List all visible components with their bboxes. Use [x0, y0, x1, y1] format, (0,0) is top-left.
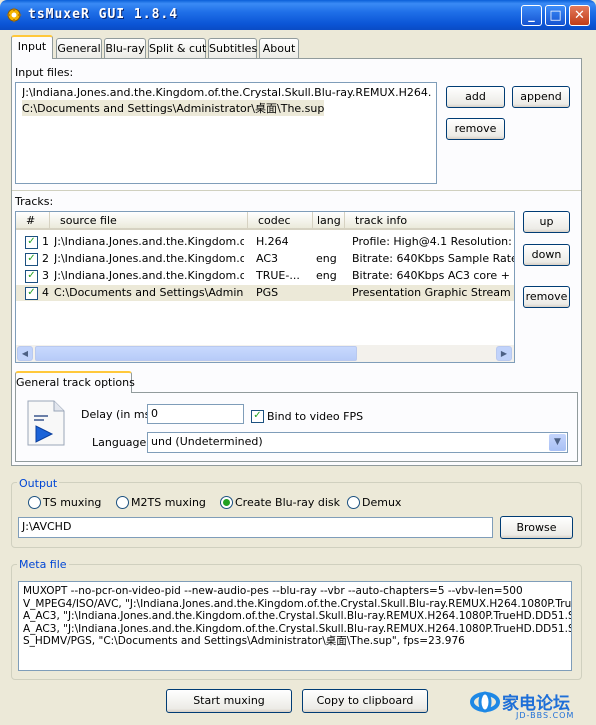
- track-checkbox[interactable]: ✓: [25, 270, 38, 283]
- m2ts-muxing-label: M2TS muxing: [131, 496, 206, 509]
- table-row[interactable]: ✓ 4 C:\Documents and Settings\Administr.…: [16, 285, 514, 301]
- meta-file-textarea[interactable]: MUXOPT --no-pcr-on-video-pid --new-audio…: [18, 581, 572, 671]
- tab-split-cut[interactable]: Split & cut: [148, 38, 206, 58]
- maximize-button[interactable]: □: [545, 5, 566, 26]
- language-select[interactable]: und (Undetermined) ▼: [147, 432, 568, 453]
- bind-fps-checkbox[interactable]: ✓: [251, 410, 264, 423]
- demux-label: Demux: [362, 496, 402, 509]
- horizontal-scrollbar[interactable]: ◀ ▶: [16, 345, 514, 362]
- remove-file-button[interactable]: remove: [446, 118, 505, 140]
- track-source: J:\Indiana.Jones.and.the.Kingdom.of....: [54, 269, 244, 282]
- table-row[interactable]: ✓ 1 J:\Indiana.Jones.and.the.Kingdom.of.…: [16, 234, 514, 250]
- meta-line: A_AC3, "J:\Indiana.Jones.and.the.Kingdom…: [23, 622, 572, 635]
- tab-blu-ray[interactable]: Blu-ray: [104, 38, 146, 58]
- track-info: Profile: High@4.1 Resolution: 1920: [352, 235, 514, 248]
- meta-line: MUXOPT --no-pcr-on-video-pid --new-audio…: [23, 585, 523, 597]
- tracks-label: Tracks:: [15, 195, 54, 208]
- track-lang: eng: [316, 269, 337, 282]
- close-button[interactable]: ✕: [569, 5, 590, 26]
- bind-fps-label: Bind to video FPS: [267, 410, 364, 423]
- output-group: [11, 482, 582, 548]
- meta-file-group-title: Meta file: [17, 558, 69, 571]
- track-codec: TRUE-...: [256, 269, 300, 282]
- track-info: Bitrate: 640Kbps Sample Rate: 48KH: [352, 252, 514, 265]
- app-icon: [5, 6, 23, 24]
- track-checkbox[interactable]: ✓: [25, 287, 38, 300]
- col-track-info[interactable]: track info: [345, 212, 514, 230]
- track-info: Bitrate: 640Kbps AC3 core + HD da: [352, 269, 514, 282]
- track-num: 3: [42, 269, 49, 282]
- watermark-logo-icon: [470, 688, 500, 716]
- blu-ray-disk-radio[interactable]: [220, 496, 233, 509]
- track-codec: PGS: [256, 286, 279, 299]
- track-source: J:\Indiana.Jones.and.the.Kingdom.of....: [54, 235, 244, 248]
- meta-line: A_AC3, "J:\Indiana.Jones.and.the.Kingdom…: [23, 610, 572, 622]
- col-codec[interactable]: codec: [248, 212, 313, 230]
- m2ts-muxing-radio[interactable]: [116, 496, 129, 509]
- track-info: Presentation Graphic Stream Resolu: [352, 286, 514, 299]
- meta-line: V_MPEG4/ISO/AVC, "J:\Indiana.Jones.and.t…: [23, 597, 572, 610]
- language-value: und (Undetermined): [151, 435, 263, 448]
- remove-track-button[interactable]: remove: [523, 286, 570, 308]
- add-button[interactable]: add: [446, 86, 505, 108]
- scroll-right-button[interactable]: ▶: [496, 346, 512, 361]
- track-num: 2: [42, 252, 49, 265]
- input-files-label: Input files:: [15, 66, 74, 79]
- move-up-button[interactable]: up: [523, 211, 570, 233]
- track-source: J:\Indiana.Jones.and.the.Kingdom.of....: [54, 252, 244, 265]
- col-num[interactable]: #: [16, 212, 50, 230]
- table-row[interactable]: ✓ 3 J:\Indiana.Jones.and.the.Kingdom.of.…: [16, 268, 514, 284]
- scroll-thumb[interactable]: [35, 346, 357, 361]
- tracks-header: # source file codec lang track info: [16, 212, 514, 230]
- append-button[interactable]: append: [512, 86, 570, 108]
- tab-about[interactable]: About: [259, 38, 299, 58]
- output-group-title: Output: [17, 477, 60, 490]
- browse-button[interactable]: Browse: [500, 516, 573, 539]
- track-checkbox[interactable]: ✓: [25, 236, 38, 249]
- start-muxing-button[interactable]: Start muxing: [166, 689, 292, 713]
- input-files-list[interactable]: J:\Indiana.Jones.and.the.Kingdom.of.the.…: [15, 82, 437, 184]
- chevron-down-icon[interactable]: ▼: [549, 434, 566, 451]
- track-num: 4: [42, 286, 49, 299]
- meta-line: S_HDMV/PGS, "C:\Documents and Settings\A…: [23, 635, 465, 647]
- table-row[interactable]: ✓ 2 J:\Indiana.Jones.and.the.Kingdom.of.…: [16, 251, 514, 267]
- divider: [12, 190, 581, 191]
- demux-radio[interactable]: [347, 496, 360, 509]
- video-file-icon: [26, 400, 66, 446]
- tracks-table[interactable]: # source file codec lang track info ✓ 1 …: [15, 211, 515, 363]
- list-item[interactable]: C:\Documents and Settings\Administrator\…: [22, 100, 325, 116]
- track-codec: AC3: [256, 252, 279, 265]
- minimize-button[interactable]: _: [521, 5, 542, 26]
- tab-general-track-options[interactable]: General track options: [15, 371, 135, 393]
- track-lang: eng: [316, 252, 337, 265]
- delay-input[interactable]: 0: [147, 404, 244, 424]
- tab-general[interactable]: General: [56, 38, 102, 58]
- language-label: Language:: [92, 436, 150, 449]
- track-codec: H.264: [256, 235, 289, 248]
- copy-to-clipboard-button[interactable]: Copy to clipboard: [302, 689, 428, 713]
- window-title: tsMuxeR GUI 1.8.4: [28, 7, 179, 22]
- blu-ray-disk-label: Create Blu-ray disk: [235, 496, 340, 509]
- list-item[interactable]: J:\Indiana.Jones.and.the.Kingdom.of.the.…: [22, 86, 432, 99]
- output-path-input[interactable]: J:\AVCHD: [18, 517, 493, 538]
- ts-muxing-label: TS muxing: [43, 496, 102, 509]
- scroll-left-button[interactable]: ◀: [17, 346, 33, 361]
- tab-subtitles[interactable]: Subtitles: [208, 38, 257, 58]
- col-source-file[interactable]: source file: [50, 212, 248, 230]
- watermark-url: JD-BBS.COM: [516, 711, 575, 720]
- col-lang[interactable]: lang: [313, 212, 345, 230]
- track-checkbox[interactable]: ✓: [25, 253, 38, 266]
- ts-muxing-radio[interactable]: [28, 496, 41, 509]
- tab-input[interactable]: Input: [11, 35, 53, 59]
- track-source: C:\Documents and Settings\Administr...: [54, 286, 244, 299]
- track-num: 1: [42, 235, 49, 248]
- move-down-button[interactable]: down: [523, 244, 570, 266]
